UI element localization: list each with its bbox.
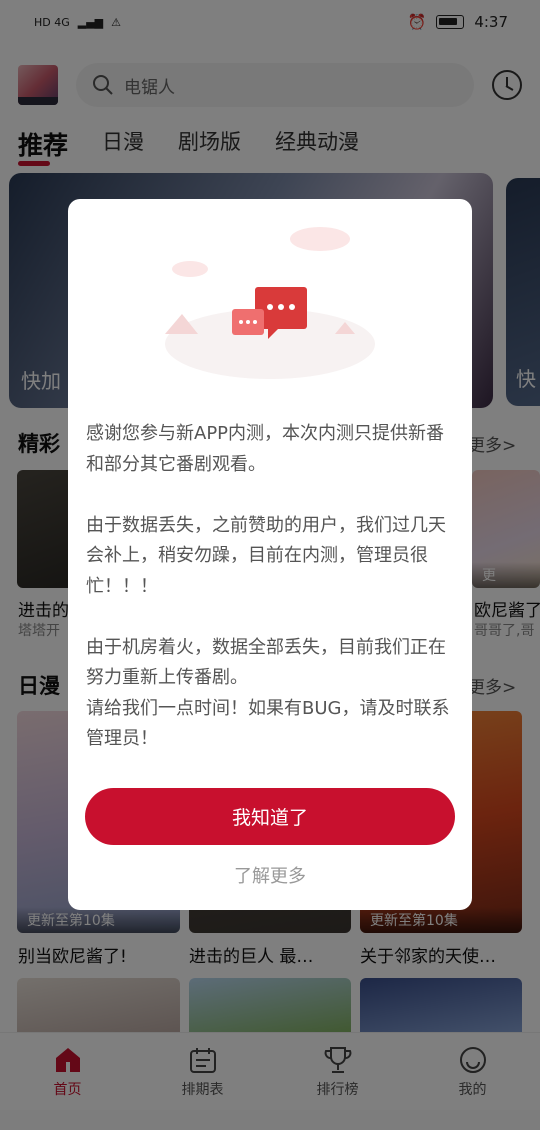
confirm-button[interactable]: 我知道了 [85,788,455,845]
chat-bubbles-illustration [165,227,375,379]
learn-more-link[interactable]: 了解更多 [68,862,472,888]
notice-paragraph-1: 感谢您参与新APP内测，本次内测只提供新番和部分其它番剧观看。 [86,423,445,475]
app-screen: HD 4G ▂▄▆ ⚠ ⏰ 4:37 电锯人 推荐 日漫 剧场版 经典动漫 快加… [0,0,540,1130]
notice-paragraph-4: 请给我们一点时间！如果有BUG，请及时联系管理员！ [86,697,450,750]
notice-paragraph-3: 由于机房着火，数据全部丢失，目前我们正在努力重新上传番剧。 [86,636,446,689]
notice-paragraph-2: 由于数据丢失，之前赞助的用户，我们过几天会补上，稍安勿躁，目前在内测，管理员很忙… [86,514,446,597]
notice-dialog: 感谢您参与新APP内测，本次内测只提供新番和部分其它番剧观看。 由于数据丢失，之… [68,199,472,910]
notice-message: 感谢您参与新APP内测，本次内测只提供新番和部分其它番剧观看。 由于数据丢失，之… [86,419,458,755]
